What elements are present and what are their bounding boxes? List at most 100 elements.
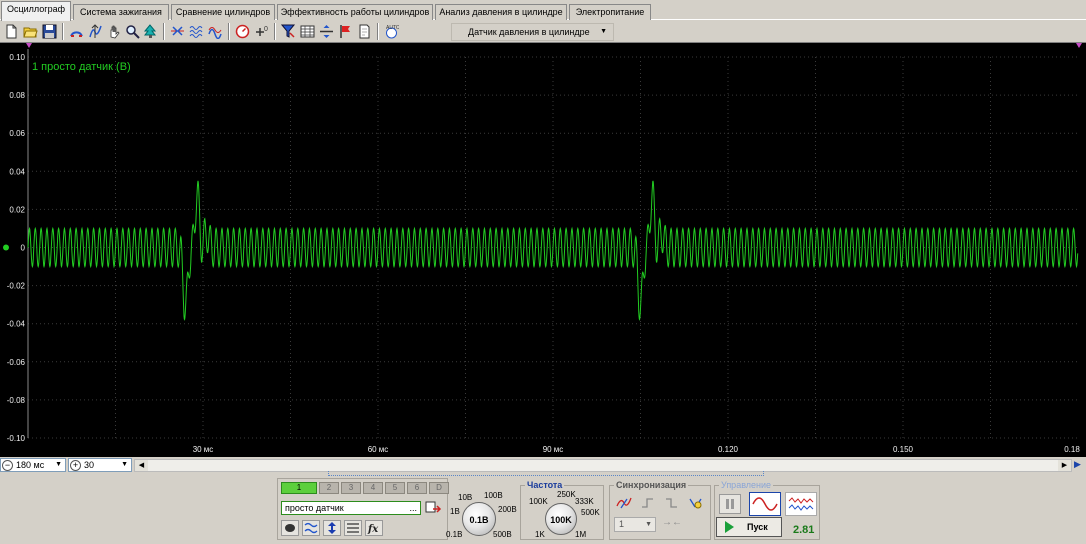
samples-select[interactable]: + 30 ▼	[68, 458, 132, 472]
channel-button-5[interactable]: 5	[385, 482, 405, 494]
channel-button-1[interactable]: 1	[281, 482, 317, 494]
play-icon	[725, 521, 734, 533]
volt-label-100v: 100В	[484, 491, 503, 500]
auto-icon[interactable]: AUTO	[383, 23, 400, 40]
y-tick-label: -0.02	[7, 282, 26, 291]
trigger-tree-icon[interactable]	[142, 23, 159, 40]
timebase-value: 180 мс	[16, 460, 45, 470]
frequency-knob-value: 100K	[550, 515, 572, 525]
sync-panel: Синхронизация 1 ▼ →←	[609, 480, 711, 540]
new-file-icon[interactable]	[3, 23, 20, 40]
note-icon[interactable]	[356, 23, 373, 40]
rotate-icon[interactable]	[68, 23, 85, 40]
frequency-panel: Частота 250K 100K 333K 500K 1K 1M 100K	[520, 480, 604, 540]
gauge-auto-icon[interactable]	[234, 23, 251, 40]
divide-icon[interactable]	[318, 23, 335, 40]
sync-channel-select[interactable]: 1 ▼	[614, 517, 656, 532]
tab-oscilloscope[interactable]: Осциллограф	[1, 1, 71, 21]
tab-cylinder-efficiency[interactable]: Эффективность работы цилиндров	[277, 4, 433, 20]
sensor-select[interactable]: Датчик давления в цилиндре ▼	[451, 23, 614, 41]
channel-button-3[interactable]: 3	[341, 482, 361, 494]
pause-icon[interactable]	[719, 494, 741, 514]
play-right-icon[interactable]: ▶	[1074, 459, 1086, 472]
oscilloscope-chart[interactable]: 0.10 0.08 0.06 0.04 0.02 0 -0.02 -0.04 -0.06 -0.0…	[0, 43, 1086, 457]
start-button[interactable]: Пуск	[716, 517, 782, 537]
multi-wave-mode-icon[interactable]	[785, 492, 817, 516]
channel-name-more[interactable]: ...	[409, 502, 417, 514]
y-tick-label: 0	[21, 244, 26, 253]
hand-icon[interactable]	[106, 23, 123, 40]
voltage-knob-group[interactable]: 10В 100В 1В 200В 0.1В 500В 0.1В	[446, 487, 520, 541]
probe-icon[interactable]	[281, 520, 299, 536]
y-tick-label: -0.08	[7, 396, 26, 405]
open-folder-icon[interactable]	[22, 23, 39, 40]
timeline-overview[interactable]	[328, 471, 764, 476]
freq-label-1m: 1M	[575, 530, 587, 539]
sync-rising-icon[interactable]	[614, 495, 634, 511]
offset-zero-icon[interactable]: 0	[253, 23, 270, 40]
tab-cylinder-pressure[interactable]: Анализ давления в цилиндре	[435, 4, 567, 20]
tab-strip: Осциллограф Система зажигания Сравнение …	[0, 0, 1086, 21]
oscilloscope-plot[interactable]: 0.10 0.08 0.06 0.04 0.02 0 -0.02 -0.04 -0.06 -0.0…	[0, 43, 1086, 457]
zoom-out-icon: −	[2, 460, 13, 471]
sync-title: Синхронизация	[614, 480, 689, 490]
freq-label-250k: 250K	[557, 490, 576, 499]
freq-label-100k: 100K	[529, 497, 548, 506]
zoom-icon[interactable]	[124, 23, 141, 40]
sensor-select-value: Датчик давления в цилиндре	[468, 27, 590, 37]
channel-config-icon[interactable]	[424, 500, 442, 516]
timing-icon[interactable]	[87, 23, 104, 40]
channel-name-field[interactable]: просто датчик ...	[281, 501, 421, 515]
x-tick-label: 90 мс	[543, 445, 564, 454]
function-icon[interactable]: fx	[365, 520, 383, 536]
sync-down-icon[interactable]	[662, 495, 682, 511]
sync-up-icon[interactable]	[638, 495, 658, 511]
channel-panel: 1 2 3 4 5 6 D просто датчик ... fx	[277, 478, 449, 540]
toolbar-separator	[228, 23, 230, 40]
toolbar-separator	[377, 23, 379, 40]
chevron-down-icon: ▼	[645, 521, 652, 528]
x-tick-label: 0.120	[718, 445, 739, 454]
top-right-marker[interactable]	[1076, 43, 1082, 48]
channel-button-2[interactable]: 2	[319, 482, 339, 494]
overlay-waves-icon[interactable]	[188, 23, 205, 40]
volt-label-500v: 500В	[493, 530, 512, 539]
zero-level-marker[interactable]	[3, 244, 9, 251]
top-left-marker[interactable]	[26, 43, 32, 48]
svg-text:fx: fx	[367, 524, 379, 534]
scroll-right-icon[interactable]: ▶	[1058, 460, 1071, 471]
channel-button-4[interactable]: 4	[363, 482, 383, 494]
svg-text:0: 0	[264, 26, 268, 33]
tab-cylinder-comparison[interactable]: Сравнение цилиндров	[171, 4, 275, 20]
channel-button-6[interactable]: 6	[407, 482, 427, 494]
control-title: Управление	[719, 480, 774, 490]
tab-power-supply[interactable]: Электропитание	[569, 4, 651, 20]
y-tick-label: 0.02	[9, 205, 25, 214]
freq-label-500k: 500K	[581, 508, 600, 517]
sync-auto-icon[interactable]	[686, 495, 706, 511]
chevron-down-icon: ▼	[55, 461, 62, 468]
flag-icon[interactable]	[337, 23, 354, 40]
markers-icon[interactable]	[169, 23, 186, 40]
vertical-scale-icon[interactable]	[323, 520, 341, 536]
zoom-in-icon: +	[70, 460, 81, 471]
timebase-select[interactable]: − 180 мс ▼	[0, 458, 66, 472]
y-tick-label: 0.08	[9, 91, 25, 100]
x-tick-label: 30 мс	[193, 445, 214, 454]
toolbar-separator	[163, 23, 165, 40]
scroll-left-icon[interactable]: ◀	[135, 460, 148, 471]
x-tick-label: 60 мс	[368, 445, 389, 454]
waves-multi-icon[interactable]	[207, 23, 224, 40]
filter-icon[interactable]	[280, 23, 297, 40]
table-icon[interactable]	[299, 23, 316, 40]
save-icon[interactable]	[41, 23, 58, 40]
start-button-label: Пуск	[747, 522, 768, 532]
tab-ignition-system[interactable]: Система зажигания	[73, 4, 169, 20]
series-title: 1 просто датчик (В)	[32, 61, 131, 73]
sync-collapse-icon[interactable]: →←	[662, 517, 682, 531]
x-tick-label: 0.18	[1064, 445, 1080, 454]
lines-icon[interactable]	[344, 520, 362, 536]
volt-label-200v: 200В	[498, 505, 517, 514]
signal-invert-icon[interactable]	[302, 520, 320, 536]
single-wave-mode-icon[interactable]	[749, 492, 781, 516]
